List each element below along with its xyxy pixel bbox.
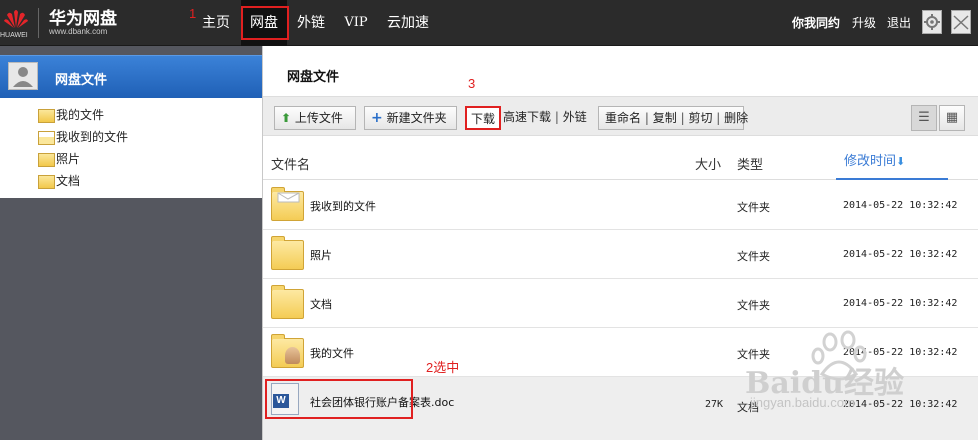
logout-link[interactable]: 退出 <box>887 14 911 31</box>
folder-tree: 我的文件 我收到的文件 照片 文档 <box>0 98 262 198</box>
new-folder-label: 新建文件夹 <box>386 111 447 125</box>
column-mtime-label: 修改时间 <box>844 154 897 169</box>
upload-button[interactable]: ⬆ 上传文件 <box>274 106 356 130</box>
cut-button[interactable]: 剪切 <box>688 111 712 125</box>
folder-icon <box>271 285 304 319</box>
tree-item-photos[interactable]: 照片 <box>38 150 80 170</box>
folder-icon <box>38 174 55 189</box>
edit-group: 重命名 | 复制 | 剪切 | 删除 <box>598 106 748 130</box>
file-size: 27K <box>704 399 723 410</box>
file-name: 我的文件 <box>310 347 354 360</box>
file-mtime: 2014-05-22 10:32:42 <box>843 249 958 260</box>
tree-item-my-files[interactable]: 我的文件 <box>38 106 104 126</box>
file-name: 文档 <box>310 298 332 311</box>
tree-item-label: 文档 <box>56 174 81 188</box>
share-link-button[interactable]: 外链 <box>563 110 587 124</box>
tree-item-documents[interactable]: 文档 <box>38 172 80 192</box>
folder-icon <box>38 152 55 167</box>
file-type: 文件夹 <box>737 250 770 263</box>
gear-icon <box>924 14 940 30</box>
upload-icon: ⬆ <box>281 111 292 125</box>
tree-item-label: 我收到的文件 <box>56 130 129 144</box>
copy-button[interactable]: 复制 <box>653 111 677 125</box>
file-type: 文档 <box>737 401 759 414</box>
table-row[interactable]: 我的文件 文件夹 2014-05-22 10:32:42 <box>263 328 978 377</box>
fast-download-button[interactable]: 高速下载 <box>503 110 551 124</box>
table-row[interactable]: 我收到的文件 文件夹 2014-05-22 10:32:42 <box>263 181 978 230</box>
top-bar: HUAWEI 华为网盘 www.dbank.com 1 主页 网盘 外链 VIP… <box>0 0 978 46</box>
table-row[interactable]: 照片 文件夹 2014-05-22 10:32:42 <box>263 230 978 279</box>
sort-down-icon: ⬇ <box>896 155 906 168</box>
sidebar-header[interactable]: 网盘文件 <box>0 55 262 99</box>
logo-divider <box>38 8 39 38</box>
annotation-step-2: 2选中 <box>426 360 460 375</box>
column-type[interactable]: 类型 <box>737 154 763 173</box>
brand-url: www.dbank.com <box>49 27 108 36</box>
folder-icon <box>271 236 304 270</box>
main-panel: 网盘文件 3 ⬆ 上传文件 + 新建文件夹 下载 高速下载 | 外链 重命名 |… <box>262 46 978 440</box>
file-mtime: 2014-05-22 10:32:42 <box>843 200 958 211</box>
separator: | <box>680 111 685 125</box>
plus-icon: + <box>371 110 383 126</box>
file-mtime: 2014-05-22 10:32:42 <box>843 399 958 410</box>
brand-logo[interactable]: HUAWEI 华为网盘 www.dbank.com <box>0 0 130 46</box>
grid-view-icon: ▦ <box>945 110 959 125</box>
mail-button[interactable] <box>951 10 971 34</box>
brand-title: 华为网盘 <box>49 9 117 29</box>
tree-item-label: 照片 <box>56 152 81 166</box>
grid-view-button[interactable]: ▦ <box>939 105 965 131</box>
rename-button[interactable]: 重命名 <box>605 111 641 125</box>
annotation-step-3: 3 <box>468 76 476 91</box>
file-name: 照片 <box>310 249 332 262</box>
sidebar-title: 网盘文件 <box>55 73 108 88</box>
mail-icon <box>953 15 969 30</box>
file-mtime: 2014-05-22 10:32:42 <box>843 298 958 309</box>
nav-home[interactable]: 主页 <box>196 0 236 46</box>
highlight-box <box>265 379 413 419</box>
column-size[interactable]: 大小 <box>695 154 721 173</box>
download-button[interactable]: 下载 <box>465 106 501 130</box>
toolbar: ⬆ 上传文件 + 新建文件夹 下载 高速下载 | 外链 重命名 | 复制 | 剪… <box>263 96 978 136</box>
delete-button[interactable]: 删除 <box>724 111 748 125</box>
table-row-selected[interactable]: 2选中 W 社会团体银行账户备案表.doc 27K 文档 2014-05-22 … <box>263 360 978 440</box>
file-type: 文件夹 <box>737 348 770 361</box>
settings-button[interactable] <box>922 10 942 34</box>
table-row[interactable]: 文档 文件夹 2014-05-22 10:32:42 <box>263 279 978 328</box>
separator: | <box>644 111 649 125</box>
file-mtime: 2014-05-22 10:32:42 <box>843 347 958 358</box>
file-name: 我收到的文件 <box>310 200 376 213</box>
file-type: 文件夹 <box>737 299 770 312</box>
list-view-icon: ☰ <box>918 110 930 125</box>
username[interactable]: 你我同约 <box>792 14 840 31</box>
brand-company: HUAWEI <box>0 32 28 39</box>
tree-item-received[interactable]: 我收到的文件 <box>38 128 128 148</box>
nav-vip[interactable]: VIP <box>340 0 372 46</box>
inbox-folder-icon <box>38 130 55 145</box>
user-folder-icon <box>271 334 304 368</box>
sidebar: 网盘文件 我的文件 我收到的文件 照片 文档 <box>0 46 262 440</box>
huawei-logo-icon <box>4 10 28 28</box>
table-header: 文件名 大小 类型 修改时间⬇ <box>263 146 978 180</box>
new-folder-button[interactable]: + 新建文件夹 <box>364 106 457 130</box>
separator: | <box>554 110 559 124</box>
upgrade-link[interactable]: 升级 <box>852 14 876 31</box>
inbox-folder-icon <box>271 187 304 221</box>
tree-item-label: 我的文件 <box>56 108 105 122</box>
column-name[interactable]: 文件名 <box>271 154 310 173</box>
separator: | <box>716 111 721 125</box>
user-avatar-icon <box>8 62 38 90</box>
nav-share[interactable]: 外链 <box>294 0 328 46</box>
user-folder-icon <box>38 108 55 123</box>
nav-accel[interactable]: 云加速 <box>383 0 433 46</box>
list-view-button[interactable]: ☰ <box>911 105 937 131</box>
page-title: 网盘文件 <box>287 70 340 85</box>
download-group: 高速下载 | 外链 <box>503 106 591 130</box>
column-mtime[interactable]: 修改时间⬇ <box>836 146 948 180</box>
nav-disk[interactable]: 网盘 <box>241 0 289 46</box>
file-type: 文件夹 <box>737 201 770 214</box>
highlight-box <box>241 6 289 40</box>
upload-label: 上传文件 <box>294 111 343 125</box>
